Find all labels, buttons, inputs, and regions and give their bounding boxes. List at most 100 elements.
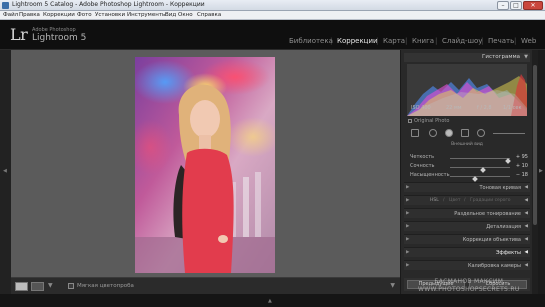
soft-proofing-checkbox[interactable] [68,283,74,289]
collapse-histogram-icon[interactable]: ▼ [524,54,528,60]
original-photo-toggle[interactable]: Original Photo [408,118,449,124]
tone-curve-left-icon: ▶ [406,185,410,190]
expand-split-toning-icon[interactable]: ◀ [525,211,528,216]
effects-left-icon: ▶ [406,250,410,255]
collapse-right-panel-icon[interactable]: ▶ [539,168,543,174]
hsl-left-icon: ▶ [406,198,410,203]
menu-window[interactable]: Окно [178,12,193,18]
loupe-view-button[interactable] [15,282,28,291]
tab-separator: / [443,198,445,203]
window-title-bar: Lightroom 5 Catalog - Adobe Photoshop Li… [0,0,545,11]
expand-camera-calibration-icon[interactable]: ◀ [525,263,528,268]
tone-curve-title: Тоновая кривая [479,185,521,191]
module-print[interactable]: Печать [488,37,514,45]
menu-file[interactable]: Файл [3,12,18,18]
tool-strip [407,128,527,138]
red-eye-tool-icon[interactable] [445,129,453,137]
maximize-button[interactable]: □ [510,1,522,10]
section-detail[interactable]: ▶ Детализация ◀ [404,221,530,231]
original-photo-label: Original Photo [414,118,450,124]
lightroom-app-icon [2,2,9,9]
split-toning-left-icon: ▶ [406,211,410,216]
photo-preview[interactable] [135,57,275,273]
section-tone-curve[interactable]: ▶ Тоновая кривая ◀ [404,182,530,192]
saturation-slider[interactable]: Насыщенность − 18 [410,172,528,182]
module-develop[interactable]: Коррекции [337,37,378,45]
section-lens-corrections[interactable]: ▶ Коррекция объектива ◀ [404,234,530,244]
watermark-author: БАСМАНОВ МАКСИМ [434,278,504,285]
lens-corrections-title: Коррекция объектива [462,237,521,243]
clarity-label: Четкость [410,154,435,160]
module-separator: | [514,37,517,45]
right-edge-strip[interactable]: ▶ [538,50,545,294]
menu-edit[interactable]: Правка [19,12,40,18]
tab-separator: / [464,198,466,203]
photo-image [135,57,275,273]
module-web[interactable]: Web [521,37,536,45]
toolbar-menu-arrow-icon[interactable]: ▼ [390,282,395,289]
section-hsl[interactable]: ▶ HSL / Цвет / Градации серого ◀ [404,195,530,205]
lightroom-window: Lightroom 5 Catalog - Adobe Photoshop Li… [0,0,545,307]
filmstrip-collapsed[interactable]: ▲ [0,294,545,307]
expand-tone-curve-icon[interactable]: ◀ [525,185,528,190]
module-book[interactable]: Книга [412,37,434,45]
module-library[interactable]: Библиотека [289,37,333,45]
tab-color[interactable]: Цвет [449,198,461,203]
clarity-slider[interactable]: Четкость + 95 [410,154,528,164]
module-separator: | [435,37,438,45]
saturation-track[interactable] [450,176,510,182]
section-split-toning[interactable]: ▶ Раздельное тонирование ◀ [404,208,530,218]
radial-filter-icon[interactable] [477,129,485,137]
crop-tool-icon[interactable] [411,129,419,137]
vibrance-track[interactable] [450,167,510,173]
expand-lens-corrections-icon[interactable]: ◀ [525,237,528,242]
module-slideshow[interactable]: Слайд-шоу [442,37,482,45]
minimize-button[interactable]: – [497,1,509,10]
expand-filmstrip-icon[interactable]: ▲ [268,298,272,304]
menu-photo[interactable]: Фото [77,12,92,18]
vibrance-value[interactable]: + 10 [516,163,528,169]
effects-title: Эффекты [496,250,521,256]
menu-develop[interactable]: Коррекции [43,12,75,18]
spot-removal-tool-icon[interactable] [429,129,437,137]
expand-hsl-icon[interactable]: ◀ [525,198,528,203]
menu-tools[interactable]: Инструменты [127,12,166,18]
saturation-knob[interactable] [471,176,478,182]
expand-effects-icon[interactable]: ◀ [525,250,528,255]
menu-view[interactable]: Вид [165,12,176,18]
expand-left-panel-icon[interactable]: ◀ [3,168,7,174]
module-separator: | [481,37,484,45]
brush-effect-label: Внешний вид [451,142,483,147]
section-effects[interactable]: ▶ Эффекты ◀ [404,247,530,257]
original-photo-checkbox[interactable] [408,118,412,123]
tool-slider-track[interactable] [493,133,525,134]
soft-proofing-label: Мягкая цветопроба [77,283,134,289]
module-bar: Lr Adobe Photoshop Lightroom 5 Библиотек… [0,20,545,50]
tab-grayscale[interactable]: Градации серого [470,198,511,203]
left-panel-collapsed[interactable]: ◀ [0,50,11,294]
close-button[interactable]: ✕ [523,1,543,10]
right-panel: Гистограмма ▼ ISO 400 22 мм f / 2,8 1/1 … [400,50,532,294]
aperture-value: f / 2,8 [477,105,492,111]
section-camera-calibration[interactable]: ▶ Калибровка камеры ◀ [404,260,530,270]
menu-settings[interactable]: Установки [95,12,125,18]
expand-detail-icon[interactable]: ◀ [525,224,528,229]
tab-hsl[interactable]: HSL [430,198,439,203]
before-after-view-button[interactable] [31,282,44,291]
graduated-filter-icon[interactable] [461,129,469,137]
module-map[interactable]: Карта [383,37,405,45]
view-options-arrow-icon[interactable]: ▼ [48,282,53,289]
iso-value: ISO 400 [411,105,431,111]
clarity-track[interactable] [450,158,512,164]
lightroom-logo: Lr [10,25,28,44]
saturation-value[interactable]: − 18 [516,172,528,178]
scrollbar-thumb[interactable] [533,65,537,225]
photo-canvas[interactable] [11,50,400,277]
clarity-value[interactable]: + 95 [516,154,528,160]
menu-help[interactable]: Справка [197,12,221,18]
histogram-header[interactable]: Гистограмма ▼ [404,53,530,62]
menu-bar: Файл Правка Коррекции Фото Установки Инс… [0,11,545,20]
shutter-value: 1/1 сек [503,105,522,111]
vibrance-slider[interactable]: Сочность + 10 [410,163,528,173]
histogram-title: Гистограмма [482,54,520,60]
